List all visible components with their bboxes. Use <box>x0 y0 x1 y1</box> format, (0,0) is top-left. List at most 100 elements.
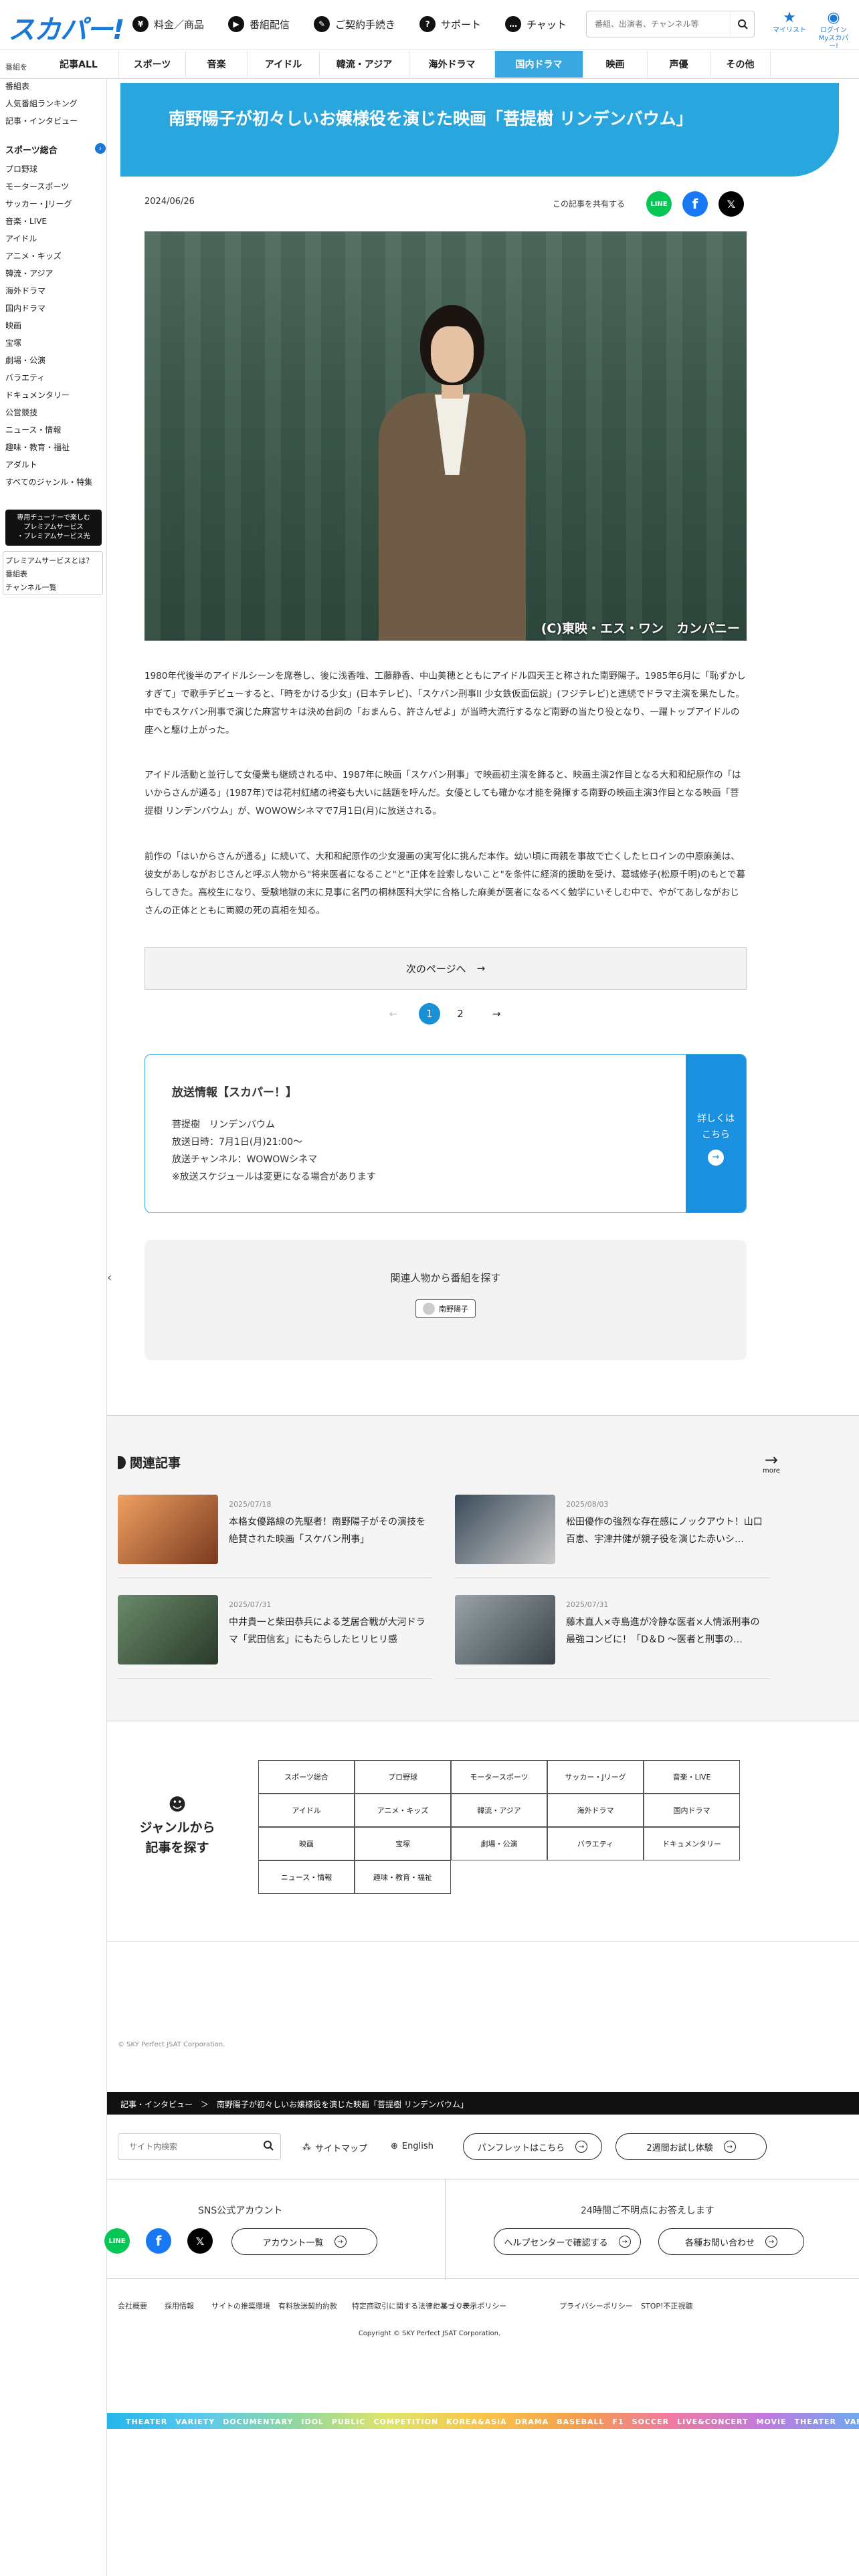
related-article-card[interactable]: 2025/08/03 松田優作の強烈な存在感にノックアウト！山口百恵、宇津井健が親… <box>455 1495 769 1578</box>
search-icon[interactable] <box>256 2140 280 2153</box>
related-article-card[interactable]: 2025/07/18 本格女優路線の先駆者！南野陽子がその演技を絶賛された映画「ス… <box>118 1495 432 1578</box>
nav-item[interactable]: ? サポート <box>419 16 481 32</box>
genre-tab[interactable]: アイドル <box>248 51 320 78</box>
sidebar-item[interactable]: 公営競技 <box>5 407 104 418</box>
line-share-icon[interactable]: LINE <box>646 191 672 217</box>
sidebar-item[interactable]: 番組表 <box>5 80 104 92</box>
line-icon[interactable]: LINE <box>104 2228 130 2254</box>
premium-service-banner[interactable]: 専用チューナーで楽しむ プレミアムサービス ・プレミアムサービス光 <box>5 510 102 546</box>
genre-cell[interactable]: 映画 <box>258 1827 355 1860</box>
page-2-link[interactable]: 2 <box>450 1003 471 1025</box>
related-article-card[interactable]: 2025/07/31 中井貴一と柴田恭兵による芝居合戦が大河ドラマ「武田信玄」にも… <box>118 1595 432 1679</box>
footer-link[interactable]: 採用情報 <box>165 2300 194 2311</box>
footer-link[interactable]: STOP!不正視聴 <box>641 2300 692 2311</box>
next-page-button[interactable]: 次のページへ → <box>145 947 747 990</box>
genre-tab[interactable]: 韓流・アジア <box>320 51 409 78</box>
sidebar-item[interactable]: サッカー・Jリーグ <box>5 198 104 209</box>
pamphlet-button[interactable]: パンフレットはこちら → <box>463 2133 602 2160</box>
sidebar-item[interactable]: バラエティ <box>5 372 104 383</box>
broadcast-info-box: 放送情報【スカパー！】 菩提樹 リンデンバウム 放送日時：7月1日(月)21:0… <box>145 1054 747 1213</box>
sidebar-item[interactable]: プロ野球 <box>5 163 104 175</box>
genre-cell[interactable]: アニメ・キッズ <box>355 1794 451 1827</box>
facebook-share-icon[interactable]: f <box>682 191 708 217</box>
sidebar-item[interactable]: 映画 <box>5 320 104 331</box>
sidebar-item[interactable]: 趣味・教育・福祉 <box>5 441 104 453</box>
footer-link[interactable]: サイトの推奨環境 <box>211 2300 270 2311</box>
genre-cell[interactable]: スポーツ総合 <box>258 1760 355 1794</box>
sidebar-item[interactable]: 宝塚 <box>5 337 104 348</box>
genre-tab[interactable]: 海外ドラマ <box>409 51 495 78</box>
sidebar-item[interactable]: 劇場・公演 <box>5 354 104 366</box>
person-chip[interactable]: 南野陽子 <box>415 1299 476 1318</box>
genre-cell[interactable]: サッカー・Jリーグ <box>547 1760 644 1794</box>
header-search-input[interactable] <box>587 19 730 29</box>
genre-cell[interactable]: ニュース・情報 <box>258 1860 355 1894</box>
genre-tab[interactable]: 音楽 <box>186 51 248 78</box>
nav-item[interactable]: ▶ 番組配信 <box>228 16 290 32</box>
sidebar-item[interactable]: 国内ドラマ <box>5 302 104 314</box>
genre-cell[interactable]: 韓流・アジア <box>451 1794 547 1827</box>
footer-link[interactable]: 有料放送契約約款 <box>278 2300 337 2311</box>
skyperfect-logo[interactable]: スカパー! <box>8 8 124 47</box>
footer-link[interactable]: セキュリティポリシー <box>434 2300 506 2311</box>
genre-cell[interactable]: 劇場・公演 <box>451 1827 547 1860</box>
chevron-right-icon[interactable]: › <box>95 143 106 154</box>
footer-search-input[interactable] <box>118 2142 256 2151</box>
sidebar-item[interactable]: 海外ドラマ <box>5 285 104 296</box>
sidebar-item[interactable]: すべてのジャンル・特集 <box>5 476 104 488</box>
facebook-icon[interactable]: f <box>146 2228 171 2254</box>
sidebar-item[interactable]: 音楽・LIVE <box>5 215 104 227</box>
sidebar-item[interactable]: ニュース・情報 <box>5 424 104 435</box>
genre-cell[interactable]: 宝塚 <box>355 1827 451 1860</box>
nav-item[interactable]: ✎ ご契約手続き <box>314 16 395 32</box>
genre-tab[interactable]: その他 <box>710 51 771 78</box>
sidebar-item[interactable]: 記事・インタビュー <box>5 115 104 126</box>
trial-button[interactable]: 2週間お試し体験 → <box>615 2133 767 2160</box>
login-button[interactable]: ◉ ログイン Myスカパー! <box>815 9 852 51</box>
page-1-link[interactable]: 1 <box>419 1003 440 1025</box>
next-page-icon[interactable]: → <box>486 1003 507 1025</box>
more-link[interactable]: → more <box>763 1452 780 1475</box>
genre-tab[interactable]: スポーツ <box>119 51 186 78</box>
sidebar-item[interactable]: プレミアムサービスとは？ <box>5 555 104 566</box>
genre-cell[interactable]: モータースポーツ <box>451 1760 547 1794</box>
sidebar-item[interactable]: チャンネル一覧 <box>5 582 104 593</box>
genre-cell[interactable]: 趣味・教育・福祉 <box>355 1860 451 1894</box>
genre-tab[interactable]: 映画 <box>583 51 648 78</box>
genre-cell[interactable]: 音楽・LIVE <box>644 1760 740 1794</box>
sitemap-link[interactable]: ⁂ サイトマップ <box>302 2141 367 2154</box>
genre-tab[interactable]: 声優 <box>648 51 710 78</box>
sidebar-item[interactable]: アダルト <box>5 459 104 470</box>
yen-icon: ¥ <box>132 16 149 32</box>
footer-link[interactable]: 会社概要 <box>118 2300 147 2311</box>
sidebar-item[interactable]: アニメ・キッズ <box>5 250 104 261</box>
helpcenter-button[interactable]: ヘルプセンターで確認する → <box>494 2228 641 2255</box>
english-link[interactable]: ⊕ English <box>391 2141 434 2151</box>
genre-tab[interactable]: 国内ドラマ <box>495 51 583 78</box>
genre-cell[interactable]: バラエティ <box>547 1827 644 1860</box>
nav-item[interactable]: ¥ 料金／商品 <box>132 16 204 32</box>
genre-cell[interactable]: アイドル <box>258 1794 355 1827</box>
mylist-button[interactable]: ★ マイリスト <box>771 9 808 35</box>
account-list-button[interactable]: アカウント一覧 → <box>231 2228 377 2255</box>
sidebar-item[interactable]: アイドル <box>5 233 104 244</box>
genre-tab[interactable]: 記事ALL <box>39 51 119 78</box>
search-icon[interactable] <box>730 11 754 37</box>
sidebar-item[interactable]: モータースポーツ <box>5 181 104 192</box>
sidebar-item[interactable]: 番組表 <box>5 568 104 579</box>
footer-link[interactable]: プライバシーポリシー <box>559 2300 633 2311</box>
sidebar-collapse-icon[interactable]: ‹ <box>107 1271 112 1285</box>
genre-cell[interactable]: 海外ドラマ <box>547 1794 644 1827</box>
broadcast-more-button[interactable]: 詳しくは こちら → <box>686 1055 746 1212</box>
genre-cell[interactable]: 国内ドラマ <box>644 1794 740 1827</box>
genre-cell[interactable]: プロ野球 <box>355 1760 451 1794</box>
sidebar-item[interactable]: 韓流・アジア <box>5 267 104 279</box>
genre-cell[interactable]: ドキュメンタリー <box>644 1827 740 1860</box>
nav-item[interactable]: … チャット <box>505 16 567 32</box>
contact-button[interactable]: 各種お問い合わせ → <box>658 2228 804 2255</box>
sidebar-item[interactable]: 人気番組ランキング <box>5 98 104 109</box>
sidebar-item[interactable]: ドキュメンタリー <box>5 389 104 401</box>
x-share-icon[interactable]: 𝕏 <box>719 191 744 217</box>
x-icon[interactable]: 𝕏 <box>187 2228 213 2254</box>
related-article-card[interactable]: 2025/07/31 藤木直人×寺島進が冷静な医者×人情派刑事の最強コンビに！「D… <box>455 1595 769 1679</box>
